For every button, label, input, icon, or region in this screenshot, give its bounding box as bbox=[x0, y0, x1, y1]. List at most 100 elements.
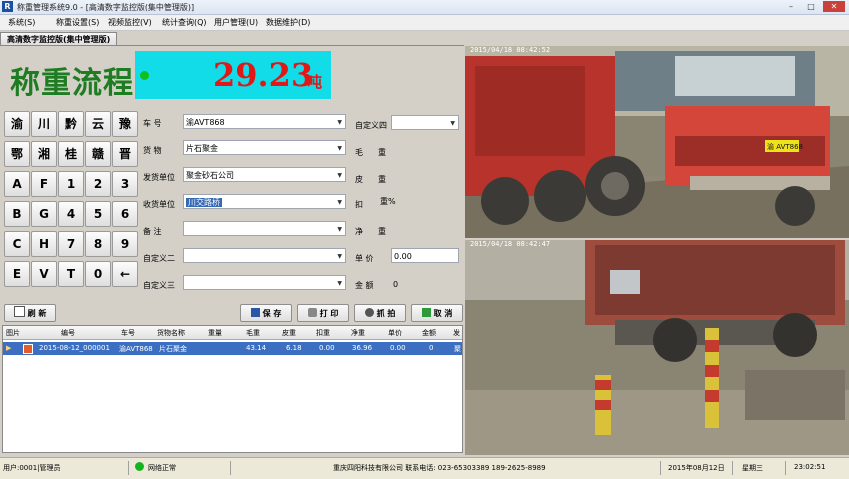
key[interactable]: 晋 bbox=[112, 141, 138, 167]
save-icon bbox=[250, 308, 260, 317]
camera-1-plate: 渝 AVT868 bbox=[767, 142, 803, 151]
column-header[interactable]: 重量 bbox=[208, 328, 222, 338]
key[interactable]: G bbox=[31, 201, 57, 227]
key[interactable]: C bbox=[4, 231, 30, 257]
menu-system[interactable]: 系统(S) bbox=[8, 17, 35, 28]
column-header[interactable]: 皮重 bbox=[282, 328, 296, 338]
save-button[interactable]: 保 存 bbox=[240, 304, 292, 322]
table-header: 图片 编号 车号 货物名称 重量 毛重 皮重 扣重 净重 单价 金额 发 bbox=[3, 326, 462, 340]
key[interactable]: 云 bbox=[85, 111, 111, 137]
print-icon bbox=[307, 308, 317, 317]
goods-select[interactable]: 片石聚金 ▼ bbox=[183, 140, 346, 155]
photo-icon[interactable] bbox=[23, 344, 33, 354]
key[interactable]: V bbox=[31, 261, 57, 287]
camera-icon bbox=[364, 308, 374, 317]
print-button[interactable]: 打 印 bbox=[297, 304, 349, 322]
cell-price: 0.00 bbox=[390, 344, 406, 352]
column-header[interactable]: 净重 bbox=[351, 328, 365, 338]
key[interactable]: 8 bbox=[85, 231, 111, 257]
key[interactable]: 4 bbox=[58, 201, 84, 227]
key-backspace[interactable]: ← bbox=[112, 261, 138, 287]
close-button[interactable]: ✕ bbox=[823, 1, 845, 12]
remark-select[interactable]: ▼ bbox=[183, 221, 346, 236]
menu-stats[interactable]: 统计查询(Q) bbox=[162, 17, 207, 28]
minimize-button[interactable]: – bbox=[783, 1, 799, 12]
shipper-select[interactable]: 聚金砂石公司 ▼ bbox=[183, 167, 346, 182]
goods-value: 片石聚金 bbox=[186, 144, 218, 153]
key[interactable]: 0 bbox=[85, 261, 111, 287]
camera-view-2[interactable]: 2015/04/18 08:42:47 bbox=[465, 240, 849, 455]
capture-button[interactable]: 抓 拍 bbox=[354, 304, 406, 322]
column-header[interactable]: 发 bbox=[453, 328, 460, 338]
goods-label: 货 物 bbox=[143, 146, 162, 155]
key[interactable]: F bbox=[31, 171, 57, 197]
column-header[interactable]: 毛重 bbox=[246, 328, 260, 338]
maximize-button[interactable]: □ bbox=[803, 1, 819, 12]
column-header[interactable]: 车号 bbox=[121, 328, 135, 338]
status-time: 23:02:51 bbox=[794, 463, 826, 471]
menu-users[interactable]: 用户管理(U) bbox=[214, 17, 258, 28]
custom4-select[interactable]: ▼ bbox=[391, 115, 459, 130]
menu-data[interactable]: 数据维护(D) bbox=[266, 17, 310, 28]
key[interactable]: 2 bbox=[85, 171, 111, 197]
key[interactable]: 鄂 bbox=[4, 141, 30, 167]
key[interactable]: 湘 bbox=[31, 141, 57, 167]
custom2-select[interactable]: ▼ bbox=[183, 248, 346, 263]
column-header[interactable]: 编号 bbox=[61, 328, 75, 338]
tab-monitor[interactable]: 高清数字监控版(集中管理版) bbox=[0, 32, 118, 46]
camera-view-1[interactable]: 渝 AVT868 2015/04/18 08:42:52 bbox=[465, 46, 849, 238]
column-header[interactable]: 货物名称 bbox=[157, 328, 185, 338]
cancel-icon bbox=[421, 308, 431, 317]
column-header[interactable]: 图片 bbox=[6, 328, 20, 338]
custom3-label: 自定义三 bbox=[143, 281, 175, 290]
status-dot-icon bbox=[140, 71, 149, 80]
weight-value: 29.23 bbox=[213, 56, 314, 94]
key[interactable]: 赣 bbox=[85, 141, 111, 167]
key[interactable]: 黔 bbox=[58, 111, 84, 137]
column-header[interactable]: 单价 bbox=[388, 328, 402, 338]
price-label: 单 价 bbox=[355, 254, 374, 263]
amount-label: 金 额 bbox=[355, 281, 374, 290]
column-header[interactable]: 扣重 bbox=[316, 328, 330, 338]
dropdown-arrow-icon: ▼ bbox=[337, 172, 342, 179]
cell-amount: 0 bbox=[429, 344, 434, 352]
key[interactable]: 9 bbox=[112, 231, 138, 257]
status-company: 重庆四阳科技有限公司 联系电话: 023-65303389 189-2625-8… bbox=[333, 464, 546, 472]
key[interactable]: 豫 bbox=[112, 111, 138, 137]
key[interactable]: 7 bbox=[58, 231, 84, 257]
remark-label: 备 注 bbox=[143, 227, 162, 236]
key[interactable]: 3 bbox=[112, 171, 138, 197]
key[interactable]: T bbox=[58, 261, 84, 287]
status-date: 2015年08月12日 bbox=[668, 464, 725, 472]
key[interactable]: A bbox=[4, 171, 30, 197]
cell-shipper: 聚 bbox=[454, 345, 461, 353]
refresh-button[interactable]: 刷 新 bbox=[4, 304, 56, 322]
key[interactable]: E bbox=[4, 261, 30, 287]
tare-value: 重 bbox=[378, 175, 386, 184]
key[interactable]: 川 bbox=[31, 111, 57, 137]
menu-weigh-settings[interactable]: 称重设置(S) bbox=[56, 17, 99, 28]
table-row[interactable]: ▶ 2015-08-12_000001 渝AVT868 片石聚金 43.14 6… bbox=[3, 342, 462, 355]
key[interactable]: B bbox=[4, 201, 30, 227]
key[interactable]: 6 bbox=[112, 201, 138, 227]
status-weekday: 星期三 bbox=[742, 464, 763, 472]
dropdown-arrow-icon: ▼ bbox=[337, 199, 342, 206]
receiver-select[interactable]: 川交路桥 ▼ bbox=[183, 194, 346, 209]
column-header[interactable]: 金额 bbox=[422, 328, 436, 338]
key[interactable]: 5 bbox=[85, 201, 111, 227]
key[interactable]: 渝 bbox=[4, 111, 30, 137]
deduct-field[interactable]: 重% bbox=[378, 194, 459, 209]
cell-deduct: 0.00 bbox=[319, 344, 335, 352]
key[interactable]: 桂 bbox=[58, 141, 84, 167]
price-field[interactable]: 0.00 bbox=[391, 248, 459, 263]
plate-select[interactable]: 渝AVT868 ▼ bbox=[183, 114, 346, 129]
cell-id: 2015-08-12_000001 bbox=[39, 344, 110, 352]
key[interactable]: 1 bbox=[58, 171, 84, 197]
cancel-button[interactable]: 取 消 bbox=[411, 304, 463, 322]
menu-video[interactable]: 视频监控(V) bbox=[108, 17, 152, 28]
records-table: 图片 编号 车号 货物名称 重量 毛重 皮重 扣重 净重 单价 金额 发 ▶ 2… bbox=[2, 325, 463, 453]
custom3-select[interactable]: ▼ bbox=[183, 275, 346, 290]
menu-bar: 系统(S) 称重设置(S) 视频监控(V) 统计查询(Q) 用户管理(U) 数据… bbox=[0, 15, 849, 31]
cell-gross: 43.14 bbox=[246, 344, 267, 352]
key[interactable]: H bbox=[31, 231, 57, 257]
